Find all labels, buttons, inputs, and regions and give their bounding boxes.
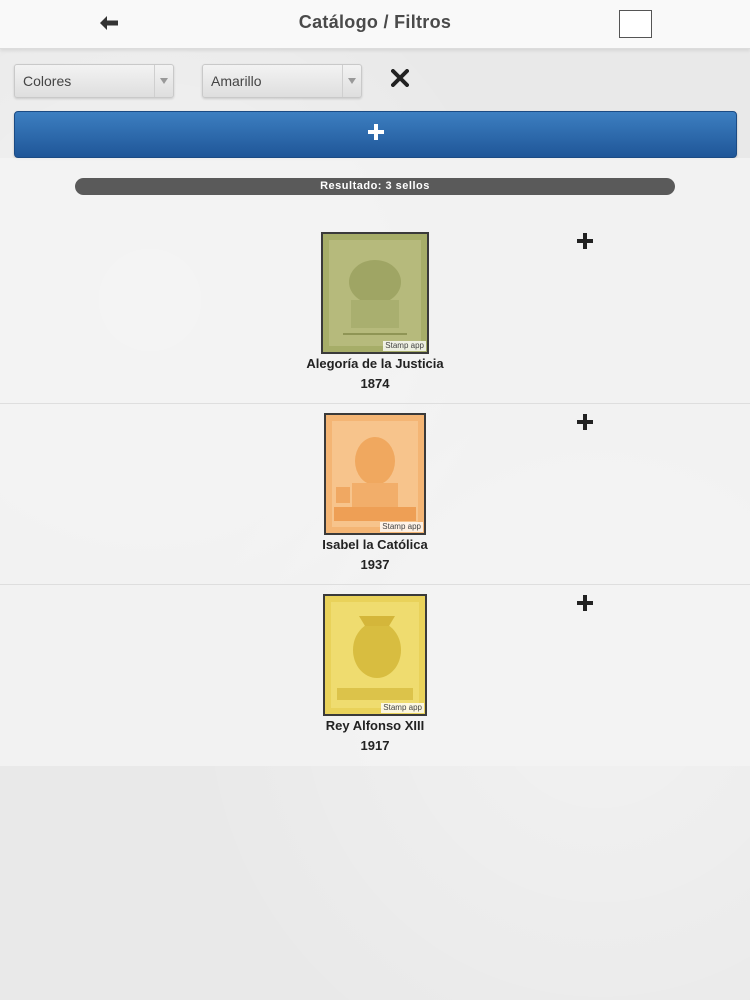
color-select-value: Amarillo — [211, 73, 262, 89]
clear-filter-button[interactable] — [388, 68, 412, 92]
stamp-watermark: Stamp app — [381, 703, 424, 713]
stamp-image[interactable]: Stamp app — [321, 232, 429, 354]
add-stamp-button[interactable] — [574, 594, 596, 616]
plus-icon — [576, 232, 594, 255]
category-select-value: Colores — [23, 73, 72, 89]
results-panel: Resultado: 3 sellos Stamp app Alegoría d… — [0, 158, 750, 766]
chevron-down-icon — [342, 65, 361, 97]
stamp-year: 1917 — [360, 738, 390, 753]
stamp-watermark: Stamp app — [380, 522, 423, 532]
close-icon — [391, 68, 409, 92]
stamp-name: Alegoría de la Justicia — [306, 356, 444, 371]
stamp-watermark: Stamp app — [383, 341, 426, 351]
add-stamp-button[interactable] — [574, 413, 596, 435]
result-count-bar: Resultado: 3 sellos — [75, 178, 675, 195]
stamp-name: Isabel la Católica — [322, 537, 428, 552]
color-select[interactable]: Amarillo — [202, 64, 362, 98]
stamp-list-item[interactable]: Stamp app Rey Alfonso XIII 1917 — [0, 584, 750, 765]
header-checkbox[interactable] — [619, 10, 652, 38]
add-filter-button[interactable] — [14, 111, 737, 158]
plus-icon — [576, 594, 594, 617]
header-bar: Catálogo / Filtros — [0, 0, 750, 49]
chevron-down-icon — [154, 65, 173, 97]
add-stamp-button[interactable] — [574, 232, 596, 254]
plus-icon — [367, 123, 385, 146]
category-select[interactable]: Colores — [14, 64, 174, 98]
stamp-image[interactable]: Stamp app — [324, 413, 426, 535]
plus-icon — [576, 413, 594, 436]
stamp-list-item[interactable]: Stamp app Isabel la Católica 1937 — [0, 403, 750, 585]
stamp-image[interactable]: Stamp app — [323, 594, 427, 716]
stamp-name: Rey Alfonso XIII — [325, 718, 425, 733]
stamp-year: 1874 — [360, 376, 390, 391]
stamp-year: 1937 — [360, 557, 390, 572]
stamp-list-item[interactable]: Stamp app Alegoría de la Justicia 1874 — [0, 222, 750, 404]
